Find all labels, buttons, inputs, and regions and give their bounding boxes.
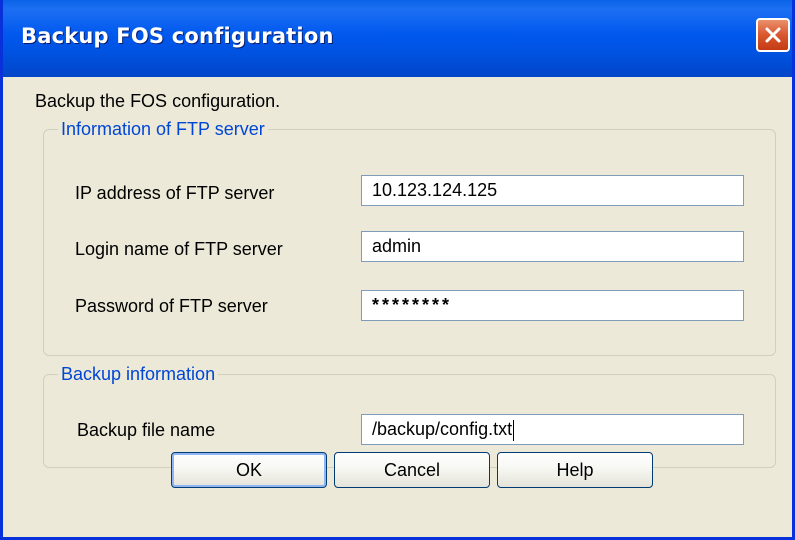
backup-info-legend: Backup information [61, 364, 216, 384]
ftp-server-legend: Information of FTP server [61, 119, 265, 139]
close-icon [764, 26, 782, 44]
login-name-label: Login name of FTP server [75, 239, 283, 259]
close-button[interactable] [756, 18, 790, 52]
ip-address-label: IP address of FTP server [75, 183, 275, 203]
dialog-title: Backup FOS configuration [21, 24, 334, 48]
ip-address-field[interactable]: 10.123.124.125 [361, 175, 744, 206]
dialog-window: Backup FOS configuration Backup the FOS … [0, 0, 795, 540]
dialog-description: Backup the FOS configuration. [35, 91, 281, 111]
password-label: Password of FTP server [75, 296, 268, 316]
login-name-field[interactable]: admin [361, 231, 744, 262]
title-bar[interactable]: Backup FOS configuration [3, 0, 792, 77]
dialog-content: Backup the FOS configuration. Informatio… [3, 77, 792, 537]
help-button[interactable]: Help [497, 452, 653, 488]
backup-file-label: Backup file name [77, 420, 216, 440]
backup-file-value: /backup/config.txt [372, 419, 513, 439]
ok-button[interactable]: OK [171, 452, 327, 488]
backup-file-field[interactable]: /backup/config.txt [361, 414, 744, 445]
password-field[interactable]: ******** [361, 290, 744, 321]
text-caret [513, 419, 515, 441]
cancel-button[interactable]: Cancel [334, 452, 490, 488]
